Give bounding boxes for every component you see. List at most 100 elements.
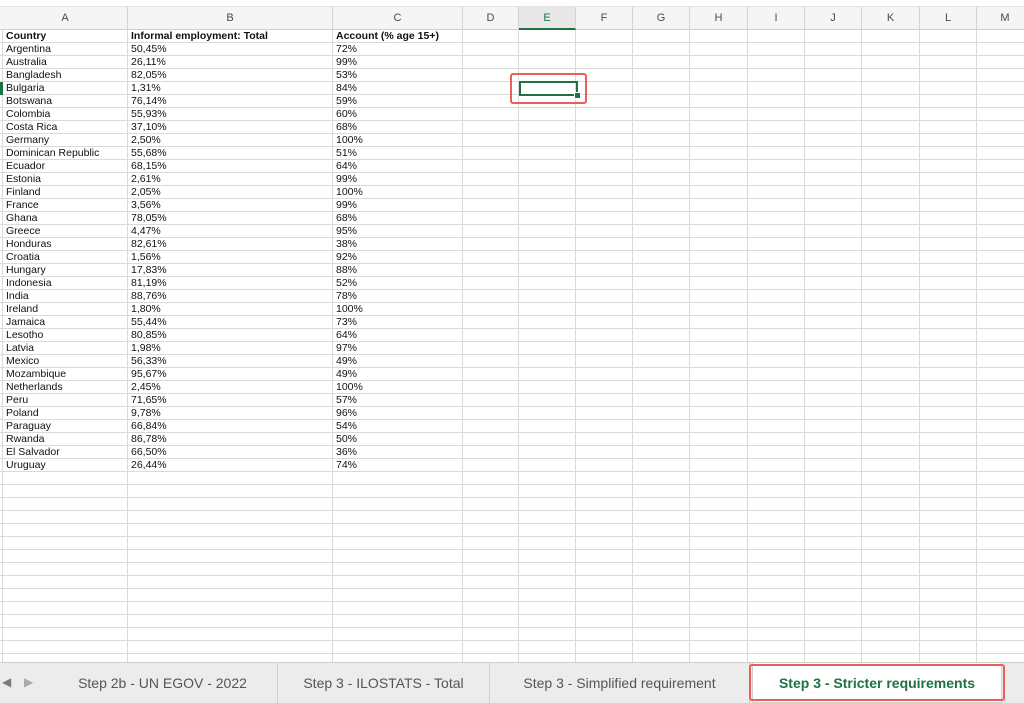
cell-country[interactable]: Jamaica [4, 316, 128, 329]
cell-informal-employment[interactable]: 2,45% [129, 381, 333, 394]
cell-country[interactable]: Botswana [4, 95, 128, 108]
cell-account[interactable]: 51% [334, 147, 463, 160]
column-header-g[interactable]: G [633, 7, 690, 30]
cell-informal-employment[interactable]: 26,44% [129, 459, 333, 472]
cell-country[interactable]: Rwanda [4, 433, 128, 446]
cell-country[interactable]: Ghana [4, 212, 128, 225]
cell-informal-employment[interactable]: 9,78% [129, 407, 333, 420]
cell-country[interactable]: Latvia [4, 342, 128, 355]
cell-country[interactable]: Costa Rica [4, 121, 128, 134]
cell-informal-employment[interactable]: 88,76% [129, 290, 333, 303]
cell-informal-employment[interactable]: 86,78% [129, 433, 333, 446]
column-header-f[interactable]: F [576, 7, 633, 30]
cell-account[interactable]: 59% [334, 95, 463, 108]
cell-country[interactable]: Poland [4, 407, 128, 420]
spreadsheet-grid[interactable]: A B C D E F G H I J K L M Country Informal employment:… [0, 7, 1024, 662]
tab-step-2b-un-egov[interactable]: Step 2b - UN EGOV - 2022 [48, 663, 278, 703]
cell-account[interactable]: 60% [334, 108, 463, 121]
cell-informal-employment[interactable]: 37,10% [129, 121, 333, 134]
cell-country[interactable]: Mozambique [4, 368, 128, 381]
cell-informal-employment[interactable]: 2,05% [129, 186, 333, 199]
cell-country[interactable]: Greece [4, 225, 128, 238]
column-header-e[interactable]: E [519, 7, 576, 30]
cell-country[interactable]: Dominican Republic [4, 147, 128, 160]
next-sheet-icon[interactable]: ▶ [24, 675, 33, 689]
cell-country[interactable]: Paraguay [4, 420, 128, 433]
cell-informal-employment[interactable]: 1,98% [129, 342, 333, 355]
cell-informal-employment[interactable]: 81,19% [129, 277, 333, 290]
cell-account[interactable]: 52% [334, 277, 463, 290]
cell-account[interactable]: 64% [334, 329, 463, 342]
cell-informal-employment[interactable]: 1,56% [129, 251, 333, 264]
cell-account[interactable]: 72% [334, 43, 463, 56]
cell-country[interactable]: Hungary [4, 264, 128, 277]
prev-sheet-icon[interactable]: ◀ [2, 675, 11, 689]
header-account[interactable]: Account (% age 15+) [334, 30, 463, 43]
cell-informal-employment[interactable]: 71,65% [129, 394, 333, 407]
cell-informal-employment[interactable]: 80,85% [129, 329, 333, 342]
cell-country[interactable]: Croatia [4, 251, 128, 264]
cell-informal-employment[interactable]: 26,11% [129, 56, 333, 69]
cell-country[interactable]: Honduras [4, 238, 128, 251]
column-header-d[interactable]: D [463, 7, 519, 30]
cell-account[interactable]: 64% [334, 160, 463, 173]
cell-informal-employment[interactable]: 56,33% [129, 355, 333, 368]
cell-informal-employment[interactable]: 55,44% [129, 316, 333, 329]
cell-account[interactable]: 49% [334, 368, 463, 381]
cell-account[interactable]: 95% [334, 225, 463, 238]
cell-account[interactable]: 88% [334, 264, 463, 277]
cell-country[interactable]: Finland [4, 186, 128, 199]
cell-country[interactable]: France [4, 199, 128, 212]
cell-country[interactable]: Indonesia [4, 277, 128, 290]
cell-country[interactable]: Lesotho [4, 329, 128, 342]
cell-country[interactable]: Uruguay [4, 459, 128, 472]
cell-informal-employment[interactable]: 82,05% [129, 69, 333, 82]
cell-informal-employment[interactable]: 4,47% [129, 225, 333, 238]
cell-informal-employment[interactable]: 50,45% [129, 43, 333, 56]
cell-account[interactable]: 99% [334, 56, 463, 69]
column-header-i[interactable]: I [748, 7, 805, 30]
cell-account[interactable]: 99% [334, 199, 463, 212]
cell-account[interactable]: 100% [334, 381, 463, 394]
cell-informal-employment[interactable]: 66,50% [129, 446, 333, 459]
cell-informal-employment[interactable]: 3,56% [129, 199, 333, 212]
cell-country[interactable]: Argentina [4, 43, 128, 56]
header-country[interactable]: Country [4, 30, 128, 43]
cell-account[interactable]: 53% [334, 69, 463, 82]
tab-step-3-simplified[interactable]: Step 3 - Simplified requirement [490, 663, 750, 703]
cell-informal-employment[interactable]: 1,31% [129, 82, 333, 95]
cell-account[interactable]: 78% [334, 290, 463, 303]
cell-account[interactable]: 57% [334, 394, 463, 407]
cell-account[interactable]: 68% [334, 121, 463, 134]
column-header-h[interactable]: H [690, 7, 748, 30]
cell-country[interactable]: Peru [4, 394, 128, 407]
column-header-c[interactable]: C [333, 7, 463, 30]
cell-account[interactable]: 38% [334, 238, 463, 251]
column-header-k[interactable]: K [862, 7, 920, 30]
cell-country[interactable]: Bulgaria [4, 82, 128, 95]
cell-country[interactable]: El Salvador [4, 446, 128, 459]
cell-informal-employment[interactable]: 2,50% [129, 134, 333, 147]
cell-account[interactable]: 97% [334, 342, 463, 355]
cell-informal-employment[interactable]: 55,68% [129, 147, 333, 160]
column-header-a[interactable]: A [3, 7, 128, 30]
cell-account[interactable]: 100% [334, 303, 463, 316]
cell-account[interactable]: 54% [334, 420, 463, 433]
cell-account[interactable]: 50% [334, 433, 463, 446]
cell-account[interactable]: 99% [334, 173, 463, 186]
cell-country[interactable]: Bangladesh [4, 69, 128, 82]
column-header-b[interactable]: B [128, 7, 333, 30]
cell-account[interactable]: 73% [334, 316, 463, 329]
tab-step-3-ilostats-total[interactable]: Step 3 - ILOSTATS - Total [278, 663, 490, 703]
cell-account[interactable]: 74% [334, 459, 463, 472]
cell-informal-employment[interactable]: 66,84% [129, 420, 333, 433]
column-header-j[interactable]: J [805, 7, 862, 30]
cell-informal-employment[interactable]: 82,61% [129, 238, 333, 251]
cell-account[interactable]: 84% [334, 82, 463, 95]
cell-informal-employment[interactable]: 76,14% [129, 95, 333, 108]
cell-account[interactable]: 49% [334, 355, 463, 368]
cell-country[interactable]: Estonia [4, 173, 128, 186]
cell-country[interactable]: Australia [4, 56, 128, 69]
cell-informal-employment[interactable]: 95,67% [129, 368, 333, 381]
cell-country[interactable]: Ecuador [4, 160, 128, 173]
